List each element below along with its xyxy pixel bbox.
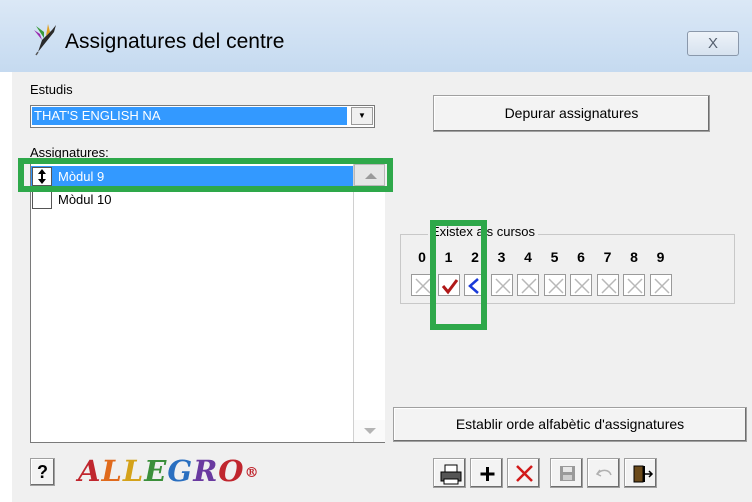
list-item[interactable]: Mòdul 10 (31, 189, 353, 211)
course-checkbox-8[interactable] (623, 274, 645, 296)
undo-icon (595, 469, 612, 477)
add-icon (480, 467, 495, 481)
course-checkbox-5[interactable] (543, 274, 566, 296)
chevron-down-icon (364, 428, 376, 434)
highlight-box-selected-item (18, 158, 393, 192)
highlight-box-course-1 (430, 220, 487, 330)
sort-alphabetic-button[interactable]: Establir orde alfabètic d'assignatures (393, 407, 747, 442)
add-button[interactable] (470, 458, 503, 488)
exit-icon (633, 465, 654, 483)
course-number-9: 9 (656, 249, 665, 265)
close-button[interactable]: X (687, 31, 739, 56)
print-button[interactable] (433, 458, 466, 488)
disabled-cross-icon (547, 278, 564, 294)
save-icon (560, 466, 575, 481)
print-icon (440, 464, 462, 485)
course-checkbox-7[interactable] (596, 274, 619, 296)
delete-icon (516, 465, 533, 482)
help-button[interactable]: ? (30, 458, 55, 486)
list-scrollbar[interactable] (353, 164, 385, 442)
disabled-cross-icon (521, 278, 537, 294)
disabled-cross-icon (494, 278, 511, 294)
course-number-6: 6 (577, 249, 585, 265)
depurar-button[interactable]: Depurar assignatures (433, 95, 710, 132)
disabled-cross-icon (600, 278, 617, 294)
estudis-selected-value: THAT'S ENGLISH NA (32, 107, 347, 125)
course-number-7: 7 (603, 249, 612, 265)
course-number-3: 3 (497, 249, 506, 265)
course-checkbox-6[interactable] (570, 274, 592, 296)
window-title: Assignatures del centre (65, 30, 285, 53)
dialog-window: Assignatures del centre X Estudis THAT'S… (0, 0, 752, 502)
estudis-label: Estudis (30, 82, 73, 97)
exit-button[interactable] (624, 458, 657, 488)
item-checkbox[interactable] (32, 190, 52, 209)
estudis-select[interactable]: THAT'S ENGLISH NA ▼ (30, 105, 375, 128)
scroll-down-button[interactable] (354, 420, 385, 442)
course-number-4: 4 (524, 249, 532, 265)
list-item-label: Mòdul 10 (58, 192, 112, 207)
course-checkbox-9[interactable] (649, 274, 672, 296)
course-checkbox-3[interactable] (490, 274, 513, 296)
allegro-logo: ALLEGRO® (78, 454, 260, 488)
disabled-cross-icon (653, 278, 670, 294)
undo-button[interactable] (587, 458, 620, 488)
assignatures-list[interactable]: Mòdul 9 Mòdul 10 (30, 163, 385, 443)
course-number-5: 5 (550, 249, 559, 265)
delete-button[interactable] (507, 458, 540, 488)
close-icon: X (707, 35, 718, 52)
hummingbird-icon (34, 24, 56, 56)
course-checkbox-4[interactable] (517, 274, 539, 296)
disabled-cross-icon (574, 278, 590, 294)
help-icon: ? (37, 462, 48, 482)
chevron-down-icon[interactable]: ▼ (351, 107, 373, 125)
save-button[interactable] (550, 458, 583, 488)
disabled-cross-icon (627, 278, 643, 294)
course-number-8: 8 (630, 249, 638, 265)
